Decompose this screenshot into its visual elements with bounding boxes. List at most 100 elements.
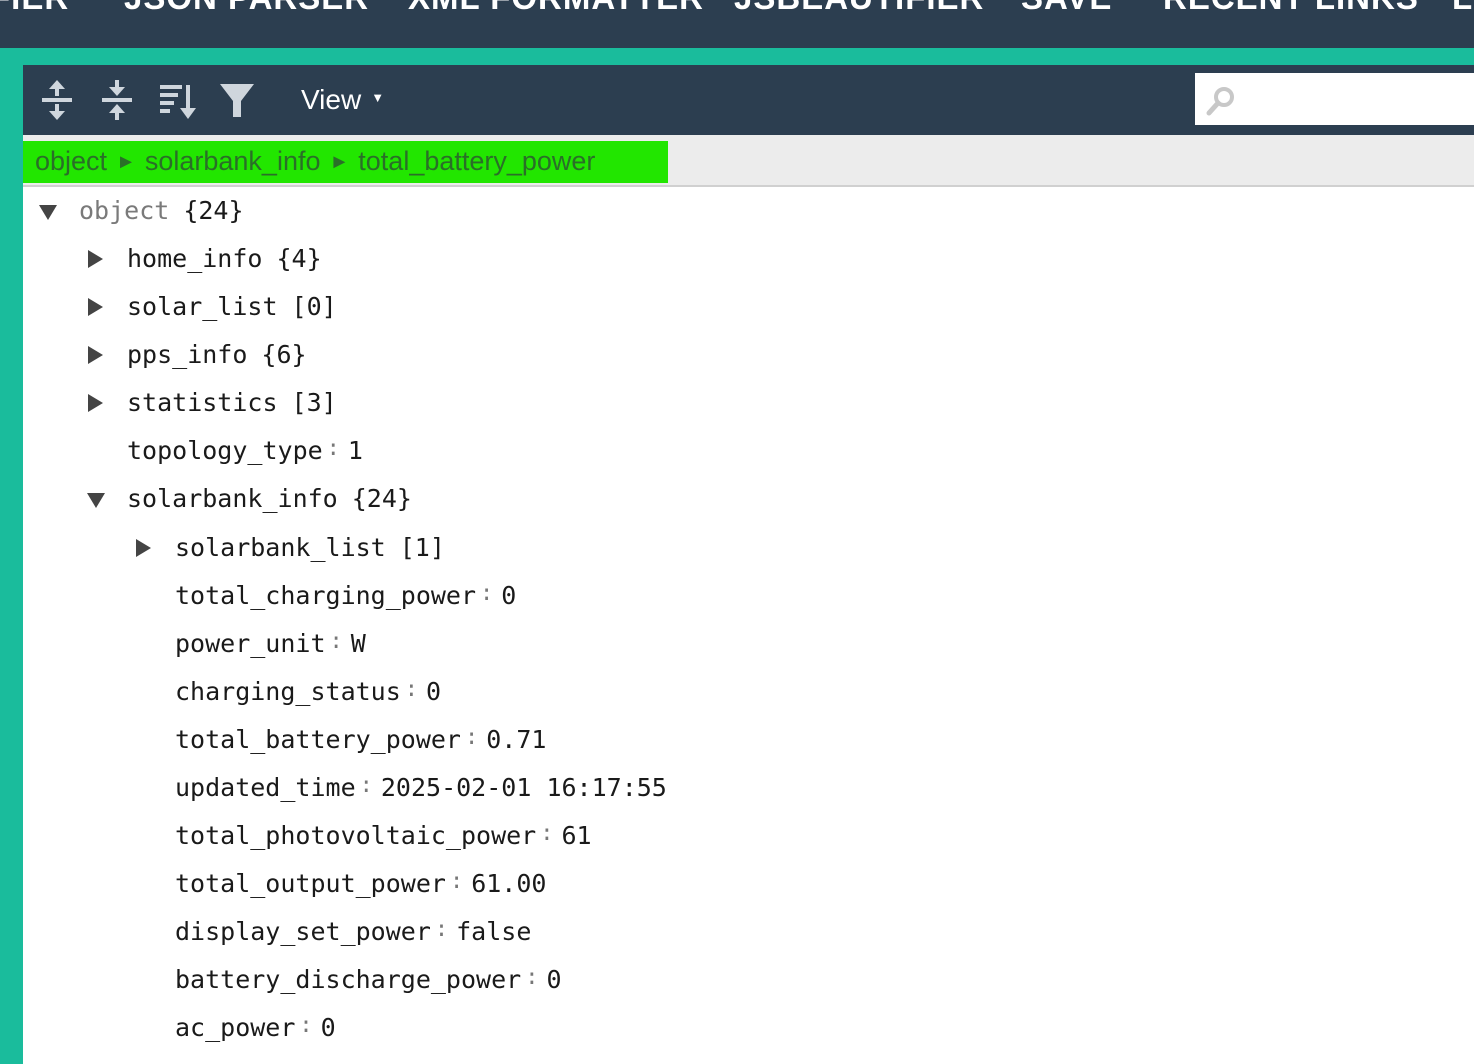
triangle-right-icon [88,250,103,268]
tree-row: topology_type:1 [127,431,363,471]
triangle-down-icon [39,205,57,220]
editor-toolbar: View ▼ [23,65,1474,135]
expand-all-button[interactable] [34,77,80,123]
tree-value[interactable]: 0 [426,677,441,706]
expand-toggle[interactable] [84,335,108,375]
nav-item-save[interactable]: SAVE [1021,0,1112,18]
breadcrumb-item-solarbank-info[interactable]: solarbank_info [145,146,321,176]
search-input[interactable] [1245,79,1469,119]
tree-field[interactable]: total_charging_power [175,581,476,610]
expand-all-icon [42,80,72,120]
collapse-toggle[interactable] [84,479,108,519]
tree-count: {4} [276,244,322,273]
tree-field[interactable]: topology_type [127,436,323,465]
tree-row: battery_discharge_power:0 [175,960,562,1000]
colon-separator: : [326,436,340,461]
triangle-down-icon [87,493,105,508]
expand-toggle[interactable] [84,287,108,327]
sort-icon [160,85,196,119]
tree-row: total_charging_power:0 [175,576,516,616]
expand-toggle[interactable] [84,383,108,423]
tree-row: display_set_power: false [175,912,531,952]
collapse-all-icon [102,80,132,120]
filter-icon [220,84,254,117]
sort-button[interactable] [154,77,200,123]
colon-separator: : [464,725,479,750]
colon-separator: : [480,581,494,606]
breadcrumb-separator-icon: ► [329,151,350,173]
tree-value[interactable]: W [351,629,366,658]
nav-item-json-parser[interactable]: JSON PARSER [124,0,369,18]
nav-item-beautifier[interactable]: FIER [0,0,69,18]
tree-field[interactable]: charging_status [175,677,401,706]
tree-value[interactable]: 0 [501,581,516,610]
tree-field[interactable]: object [79,196,169,225]
tree-field[interactable]: updated_time [175,773,356,802]
colon-separator: : [434,917,449,942]
tree-row-selected: total_battery_power:0.71 [175,720,546,760]
tree-row: total_photovoltaic_power:61 [175,816,592,856]
nav-item-jsbeautifier[interactable]: JSBEAUTIFIER [734,0,984,18]
tree-field[interactable]: total_photovoltaic_power [175,821,536,850]
colon-separator: : [359,773,373,798]
colon-separator: : [525,965,539,990]
tree-field[interactable]: statistics [127,388,278,417]
tree-count: {24} [183,196,244,225]
tree-count: [3] [291,388,337,417]
search-icon [1206,87,1234,116]
colon-separator: : [449,869,464,894]
tree-count: [1] [399,533,445,562]
tree-field[interactable]: display_set_power [175,917,431,946]
tree-field[interactable]: solarbank_list [175,533,386,562]
tree-field[interactable]: total_battery_power [175,725,461,754]
nav-item-xml-formatter[interactable]: XML FORMATTER [408,0,704,18]
tree-value[interactable]: false [456,917,531,946]
filter-button[interactable] [214,77,260,123]
tree-field[interactable]: battery_discharge_power [175,965,521,994]
collapse-all-button[interactable] [94,77,140,123]
triangle-right-icon [88,346,103,364]
tree-field[interactable]: solar_list [127,292,278,321]
tree-value[interactable]: 0 [321,1013,336,1042]
collapse-toggle[interactable] [36,191,60,231]
triangle-right-icon [88,394,103,412]
expand-toggle[interactable] [84,239,108,279]
tree-field[interactable]: total_output_power [175,869,446,898]
view-menu-button[interactable]: View ▼ [301,83,384,117]
tree-row: power_unit: W [175,624,366,664]
navigation-bar: object ► solarbank_info ► total_battery_powe… [23,135,1474,187]
breadcrumb-separator-icon: ► [116,151,136,173]
tree-count: {6} [261,340,307,369]
breadcrumb-item-total-battery-power[interactable]: total_battery_power [358,146,595,176]
tree-value[interactable]: 1 [348,436,363,465]
json-editor-panel: View ▼ object ► solarbank_info ► total_batter… [23,65,1474,1064]
tree-field[interactable]: pps_info [127,340,247,369]
tree-row: ac_power:0 [175,1008,336,1048]
tree-field[interactable]: home_info [127,244,262,273]
view-menu-label: View [301,84,362,115]
tree-value[interactable]: 0.71 [486,725,546,754]
breadcrumb: object ► solarbank_info ► total_battery_powe… [23,141,668,183]
nav-item-recent-links[interactable]: RECENT LINKS [1163,0,1419,18]
tree-count: {24} [351,484,412,513]
nav-item-more[interactable]: L [1452,0,1473,18]
breadcrumb-item-object[interactable]: object [35,146,107,176]
colon-separator: : [540,821,554,846]
tree-value[interactable]: 61.00 [471,869,546,898]
chevron-down-icon: ▼ [371,89,385,105]
tree-field[interactable]: ac_power [175,1013,295,1042]
tree-row: charging_status:0 [175,672,441,712]
expand-toggle[interactable] [132,528,156,568]
tree-field[interactable]: solarbank_info [127,484,338,513]
colon-separator: : [404,677,419,702]
tree-value[interactable]: 61 [561,821,591,850]
colon-separator: : [299,1013,313,1038]
top-navigation: FIER JSON PARSER XML FORMATTER JSBEAUTIF… [0,0,1474,48]
tree-count: [0] [291,292,337,321]
tree-row: updated_time:2025-02-01 16:17:55 [175,768,667,808]
tree-field[interactable]: power_unit [175,629,326,658]
tree-value[interactable]: 0 [546,965,561,994]
triangle-right-icon [136,539,151,557]
triangle-right-icon [88,298,103,316]
tree-value[interactable]: 2025-02-01 16:17:55 [381,773,667,802]
